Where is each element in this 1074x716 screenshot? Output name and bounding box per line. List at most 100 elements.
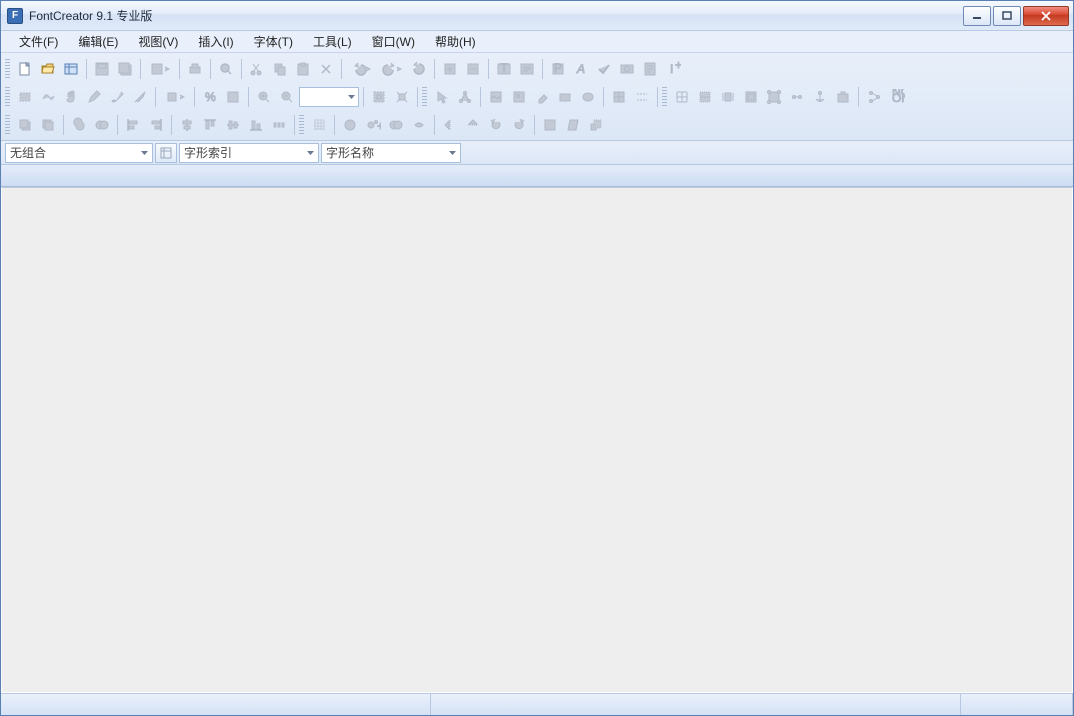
toolbar-grip[interactable] — [299, 115, 304, 135]
maximize-button[interactable] — [993, 6, 1021, 26]
knife-tool-button[interactable] — [129, 86, 151, 108]
toggle-direction-button[interactable]: NOON — [886, 86, 908, 108]
copy-button[interactable] — [269, 58, 291, 80]
preview-button[interactable] — [516, 58, 538, 80]
find-button[interactable] — [215, 58, 237, 80]
font-overview-button[interactable] — [60, 58, 82, 80]
install-font-button[interactable] — [439, 58, 461, 80]
show-toolbox-button[interactable] — [832, 86, 854, 108]
menu-insert[interactable]: 插入(I) — [188, 31, 243, 52]
fit-glyph-button[interactable] — [391, 86, 413, 108]
align-left-button[interactable] — [122, 114, 144, 136]
toolbar-grip[interactable] — [5, 59, 10, 79]
shape-tool-button[interactable] — [160, 86, 190, 108]
eraser-button[interactable] — [531, 86, 553, 108]
show-connections-button[interactable] — [786, 86, 808, 108]
grid-toggle-button[interactable] — [608, 86, 630, 108]
workspace[interactable] — [1, 187, 1073, 693]
ellipse-button[interactable] — [577, 86, 599, 108]
validate-button[interactable] — [593, 58, 615, 80]
rectangle-button[interactable] — [554, 86, 576, 108]
properties-button[interactable]: P — [547, 58, 569, 80]
menu-file[interactable]: 文件(F) — [9, 31, 68, 52]
background-button[interactable] — [485, 86, 507, 108]
add-point-button[interactable]: + — [362, 114, 384, 136]
new-file-button[interactable] — [14, 58, 36, 80]
zoom-out-button[interactable] — [276, 86, 298, 108]
zoom-combo[interactable] — [299, 87, 359, 107]
show-metrics-button[interactable] — [694, 86, 716, 108]
align-bottom-button[interactable] — [245, 114, 267, 136]
distribute-button[interactable] — [268, 114, 290, 136]
align-center-h-button[interactable] — [176, 114, 198, 136]
freehand-tool-button[interactable] — [37, 86, 59, 108]
bring-front-button[interactable] — [14, 114, 36, 136]
minimize-button[interactable] — [963, 6, 991, 26]
menu-font[interactable]: 字体(T) — [244, 31, 303, 52]
pointer-button[interactable] — [431, 86, 453, 108]
measure-tool-button[interactable]: % — [199, 86, 221, 108]
insert-char-button[interactable]: I+ — [662, 58, 684, 80]
merge-button[interactable] — [408, 114, 430, 136]
repeat-button[interactable] — [408, 58, 430, 80]
snap-grid-button[interactable] — [308, 114, 330, 136]
menu-tools[interactable]: 工具(L) — [303, 31, 362, 52]
align-center-v-button[interactable] — [222, 114, 244, 136]
open-file-button[interactable] — [37, 58, 59, 80]
scale-button[interactable] — [585, 114, 607, 136]
export-button[interactable] — [145, 58, 175, 80]
intersect-button[interactable] — [91, 114, 113, 136]
show-points-button[interactable] — [763, 86, 785, 108]
show-grid-button[interactable] — [671, 86, 693, 108]
paste-button[interactable] — [292, 58, 314, 80]
menu-window[interactable]: 窗口(W) — [362, 31, 425, 52]
pen-tool-button[interactable] — [83, 86, 105, 108]
print-button[interactable] — [184, 58, 206, 80]
flip-h-button[interactable] — [439, 114, 461, 136]
uninstall-font-button[interactable] — [462, 58, 484, 80]
category-combo[interactable]: 无组合 — [5, 143, 153, 163]
close-button[interactable] — [1023, 6, 1069, 26]
union-button[interactable] — [68, 114, 90, 136]
save-button[interactable] — [91, 58, 113, 80]
selection-tool-button[interactable] — [14, 86, 36, 108]
fit-window-button[interactable] — [368, 86, 390, 108]
bold-button[interactable] — [539, 114, 561, 136]
scripts-button[interactable] — [639, 58, 661, 80]
tree-view-button[interactable] — [863, 86, 885, 108]
color-tool-button[interactable] — [222, 86, 244, 108]
undo-button[interactable] — [346, 58, 376, 80]
toolbar-grip[interactable] — [422, 87, 427, 107]
menu-view[interactable]: 视图(V) — [128, 31, 188, 52]
rotate-left-button[interactable] — [485, 114, 507, 136]
redo-button[interactable] — [377, 58, 407, 80]
delete-button[interactable] — [315, 58, 337, 80]
italic-button[interactable] — [562, 114, 584, 136]
sort-combo[interactable]: 字形索引 — [179, 143, 319, 163]
toolbar-grip[interactable] — [662, 87, 667, 107]
cut-button[interactable] — [246, 58, 268, 80]
menu-help[interactable]: 帮助(H) — [425, 31, 486, 52]
hand-tool-button[interactable] — [60, 86, 82, 108]
test-font-button[interactable]: T — [493, 58, 515, 80]
contour-button[interactable] — [454, 86, 476, 108]
remove-overlap-button[interactable] — [385, 114, 407, 136]
brush-tool-button[interactable] — [106, 86, 128, 108]
display-combo[interactable]: 字形名称 — [321, 143, 461, 163]
toolbar-grip[interactable] — [5, 87, 10, 107]
show-fill-button[interactable] — [740, 86, 762, 108]
opentype-button[interactable] — [616, 58, 638, 80]
align-right-button[interactable] — [145, 114, 167, 136]
menu-edit[interactable]: 编辑(E) — [68, 31, 128, 52]
show-anchors-button[interactable] — [809, 86, 831, 108]
simplify-button[interactable] — [339, 114, 361, 136]
flip-v-button[interactable] — [462, 114, 484, 136]
autokern-button[interactable]: A — [570, 58, 592, 80]
show-bearings-button[interactable] — [717, 86, 739, 108]
save-all-button[interactable] — [114, 58, 136, 80]
zoom-in-button[interactable] — [253, 86, 275, 108]
rotate-right-button[interactable] — [508, 114, 530, 136]
import-image-button[interactable] — [508, 86, 530, 108]
send-back-button[interactable] — [37, 114, 59, 136]
guidelines-button[interactable] — [631, 86, 653, 108]
